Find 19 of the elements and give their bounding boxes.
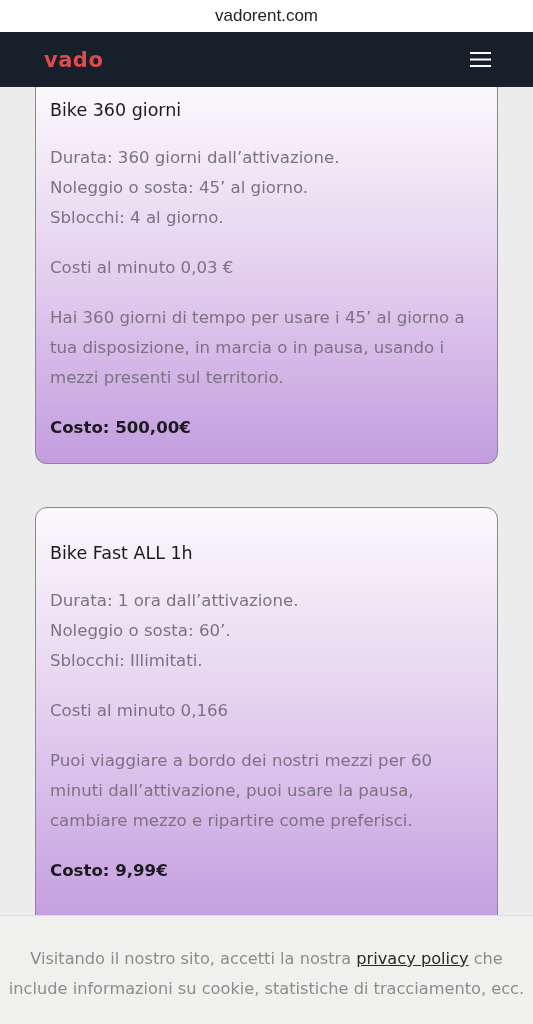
price-text: Costo: 9,99€: [50, 860, 169, 882]
detail-line: Sblocchi: 4 al giorno.: [50, 207, 225, 229]
logo[interactable]: vado: [44, 47, 104, 72]
card-title: Bike Fast ALL 1h: [50, 542, 194, 565]
detail-line: Noleggio o sosta: 45’ al giorno.: [50, 177, 310, 199]
detail-line: Sblocchi: Illimitati.: [50, 650, 204, 672]
detail-line: Noleggio o sosta: 60’.: [50, 620, 232, 642]
cookie-text: Visitando il nostro sito, accetti la nostra privacy policy che include informazioni su cookie, statistiche di tracciamento, ecc.: [7, 948, 526, 1000]
menu-icon[interactable]: [470, 52, 491, 67]
description-text: Puoi viaggiare a bordo dei nostri mezzi per 60 minuti dall’attivazione, puoi usare la pausa, cambiare mezzo e ripartire come preferisci.: [50, 750, 434, 832]
price-text: Costo: 500,00€: [50, 417, 192, 439]
description-text: Hai 360 giorni di tempo per usare i 45’ al giorno a tua disposizione, in marcia o in pausa, usando i mezzi presenti sul territorio.: [50, 307, 466, 389]
detail-line: Durata: 1 ora dall’attivazione.: [50, 590, 300, 612]
privacy-policy-link[interactable]: privacy policy: [356, 949, 469, 968]
rate-text: Costi al minuto 0,166: [50, 700, 230, 722]
card-title: Bike 360 giorni: [50, 99, 183, 122]
rate-text: Costi al minuto 0,03 €: [50, 257, 235, 279]
address-text[interactable]: vadorent.com: [215, 6, 318, 26]
detail-line: Durata: 360 giorni dall’attivazione.: [50, 147, 341, 169]
